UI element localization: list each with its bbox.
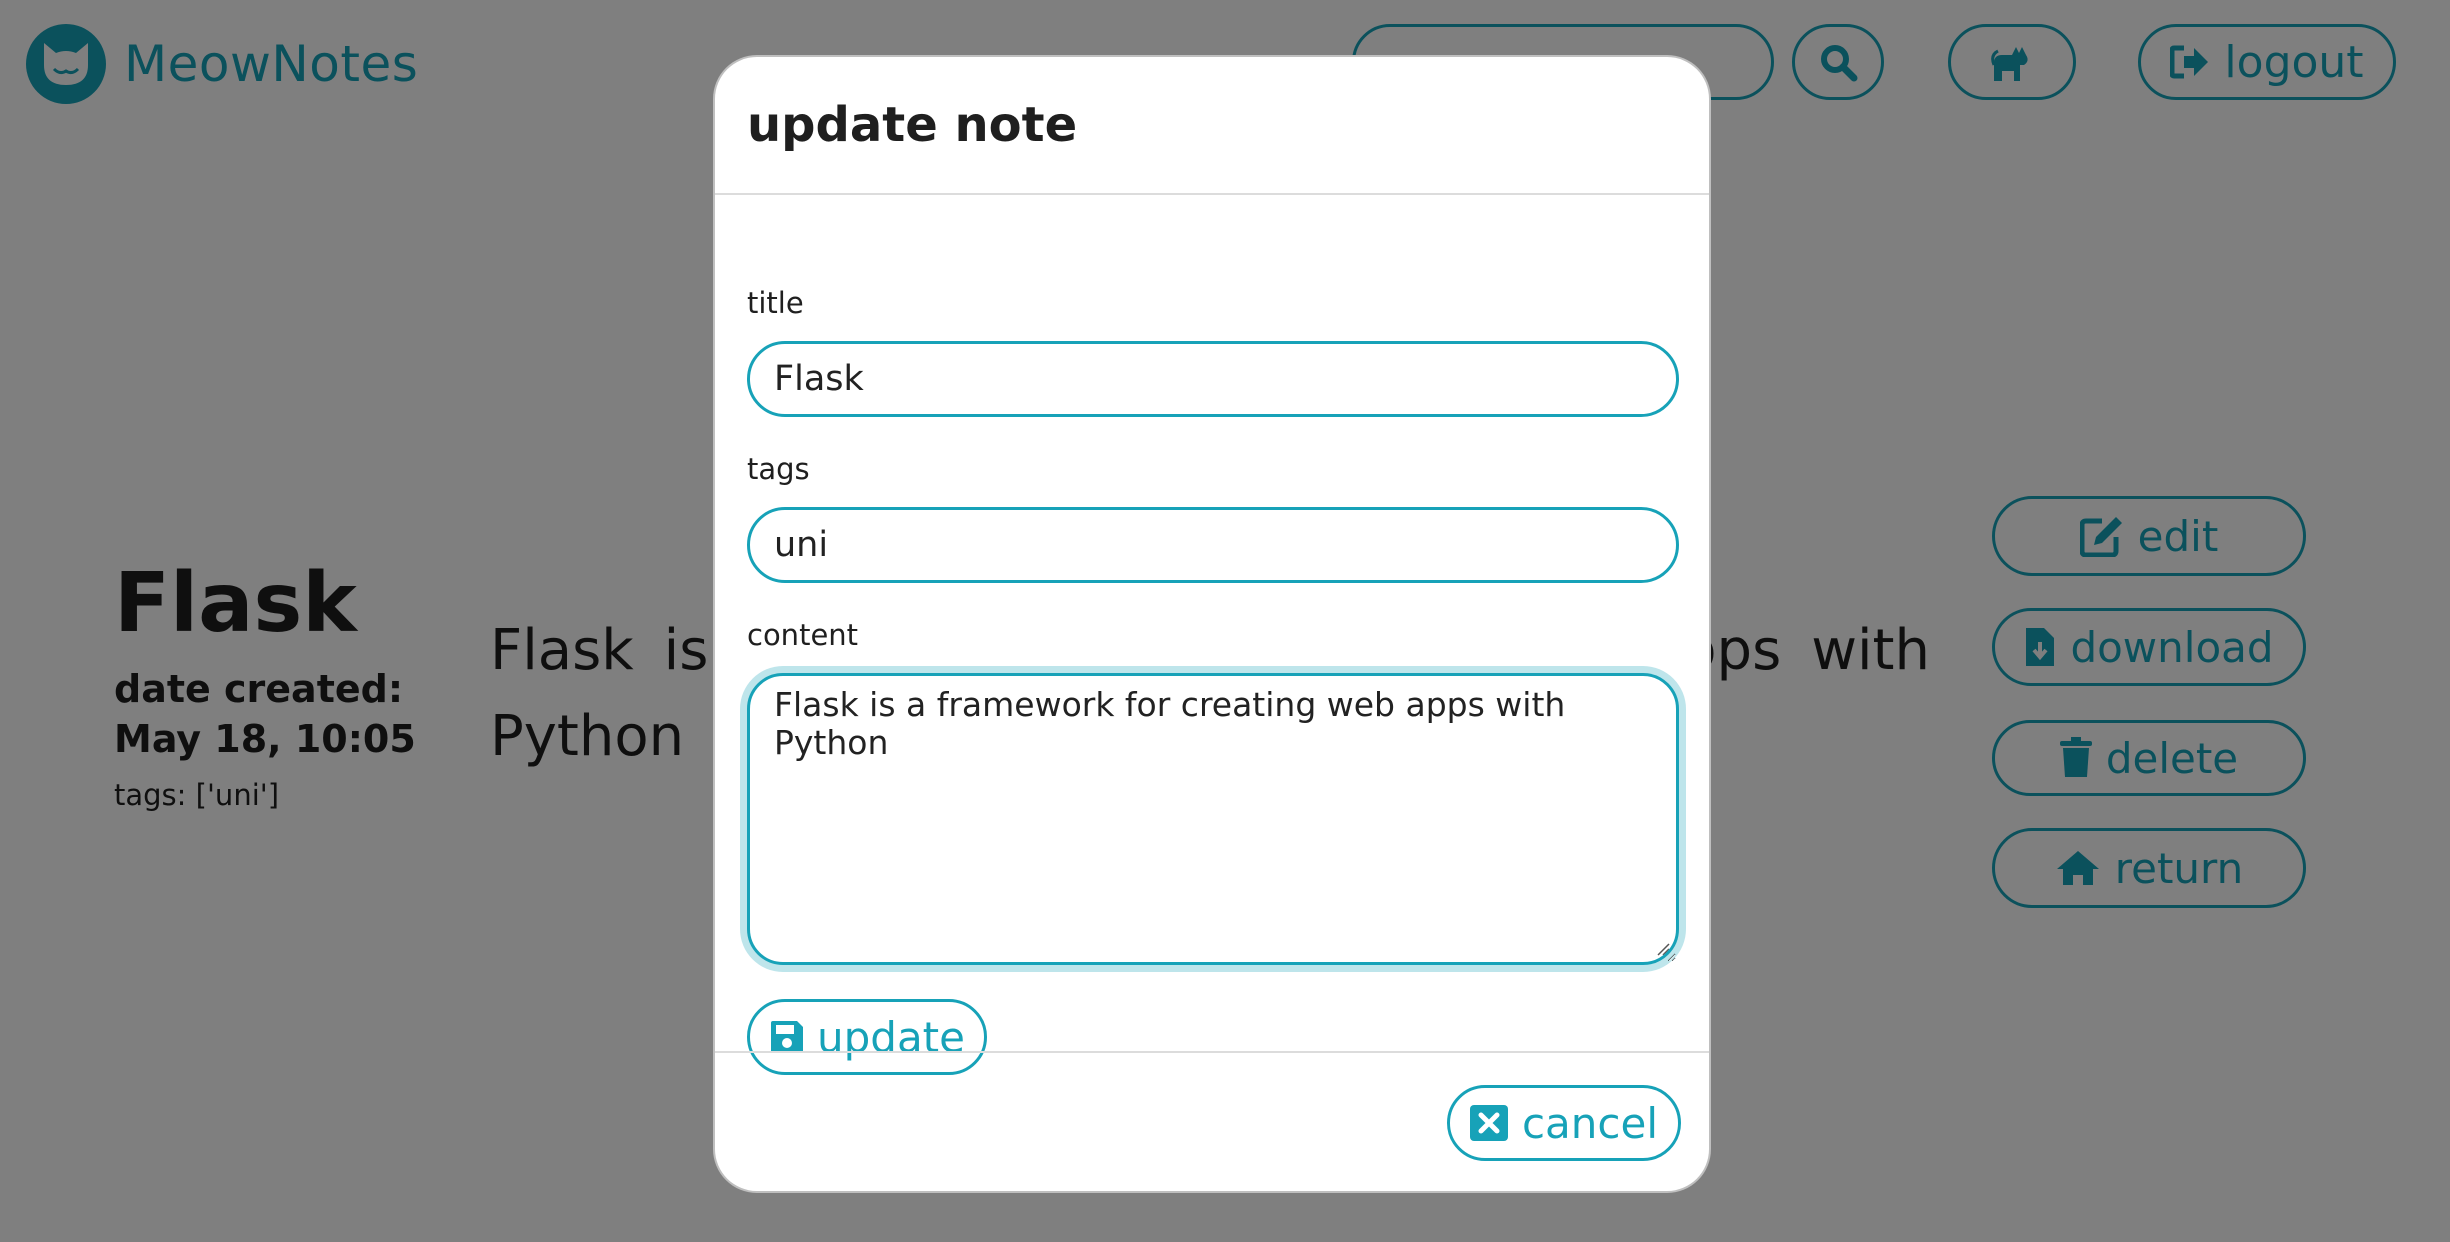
tags-label: tags	[747, 452, 810, 486]
close-square-icon	[1469, 1105, 1508, 1141]
title-label: title	[747, 286, 804, 320]
cancel-button[interactable]: cancel	[1447, 1085, 1681, 1161]
title-input[interactable]: Flask	[747, 341, 1679, 417]
modal-footer: cancel	[715, 1051, 1709, 1191]
tags-input[interactable]: uni	[747, 507, 1679, 583]
resize-grip-icon[interactable]	[1656, 942, 1670, 956]
content-textarea[interactable]: Flask is a framework for creating web ap…	[747, 673, 1679, 965]
content-label: content	[747, 618, 859, 652]
save-icon	[771, 1021, 803, 1053]
update-note-modal: update note title Flask tags uni content…	[713, 55, 1711, 1193]
modal-title: update note	[747, 97, 1078, 153]
modal-header: update note	[715, 57, 1709, 195]
content-text: Flask is a framework for creating web ap…	[774, 685, 1566, 762]
cancel-label: cancel	[1521, 1098, 1659, 1148]
